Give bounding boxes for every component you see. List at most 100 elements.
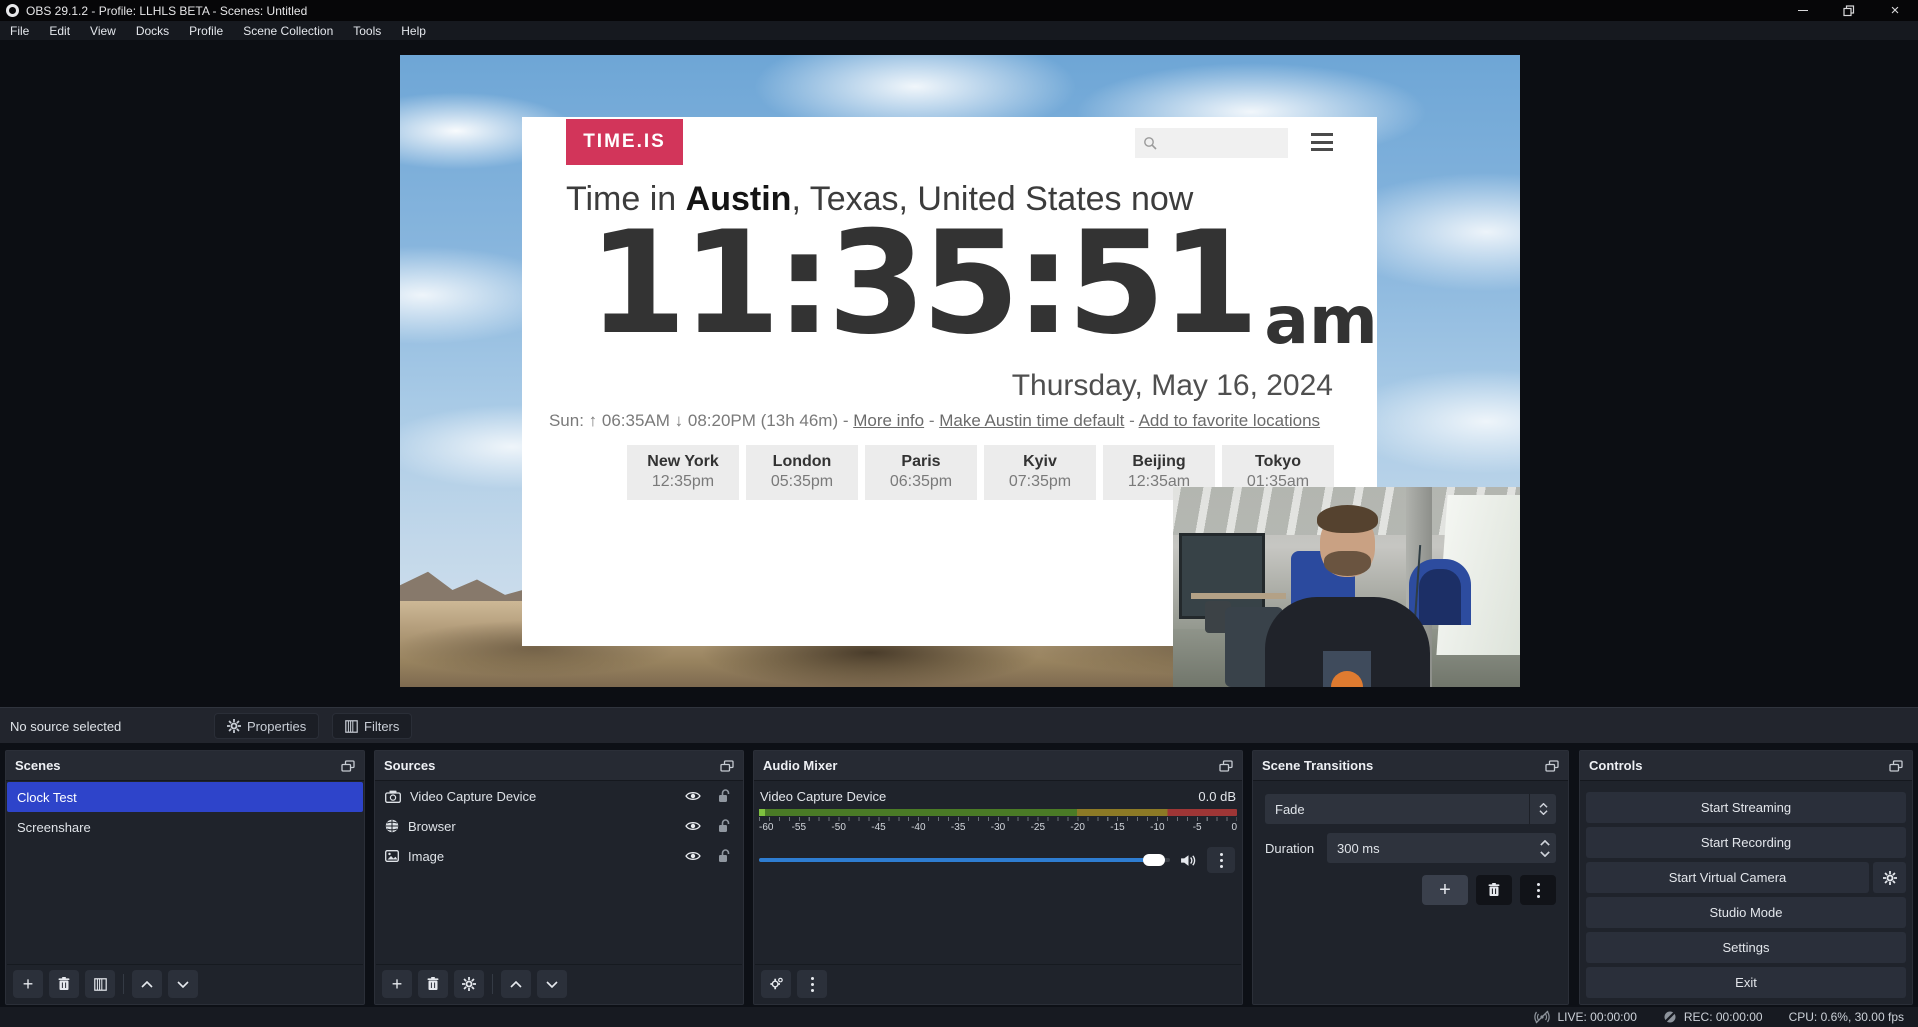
- scene-item-screenshare[interactable]: Screenshare: [7, 812, 363, 842]
- scene-transitions-header: Scene Transitions: [1253, 751, 1568, 781]
- source-properties-button[interactable]: [454, 970, 484, 998]
- preview-canvas[interactable]: TIME.IS Time in Austin, Texas, United St…: [400, 55, 1520, 687]
- start-recording-button[interactable]: Start Recording: [1586, 827, 1906, 858]
- filter-icon: [94, 978, 107, 991]
- add-transition-button[interactable]: +: [1422, 875, 1468, 905]
- controls-panel: Controls Start Streaming Start Recording…: [1579, 750, 1913, 1005]
- studio-mode-button[interactable]: Studio Mode: [1586, 897, 1906, 928]
- image-icon: [385, 850, 399, 862]
- source-row-image[interactable]: Image: [375, 841, 743, 871]
- controls-title: Controls: [1589, 758, 1642, 773]
- audio-mixer-title: Audio Mixer: [763, 758, 837, 773]
- minimize-button[interactable]: [1780, 0, 1826, 21]
- preview-area: TIME.IS Time in Austin, Texas, United St…: [0, 40, 1918, 707]
- duration-input[interactable]: 300 ms: [1327, 833, 1556, 863]
- source-up-button[interactable]: [501, 970, 531, 998]
- unlock-icon: [718, 789, 730, 803]
- no-source-status: No source selected: [10, 708, 121, 744]
- window-buttons: ×: [1780, 0, 1918, 21]
- person-hair: [1317, 505, 1378, 533]
- visibility-toggle[interactable]: [682, 815, 704, 837]
- menu-scene-collection[interactable]: Scene Collection: [233, 21, 343, 40]
- transition-select[interactable]: Fade: [1265, 794, 1556, 824]
- toolbar-separator: [123, 974, 124, 994]
- volume-slider-handle[interactable]: [1143, 854, 1165, 866]
- volume-slider[interactable]: [759, 858, 1170, 862]
- menu-file[interactable]: File: [0, 21, 39, 40]
- menu-help[interactable]: Help: [391, 21, 436, 40]
- menu-tools[interactable]: Tools: [343, 21, 391, 40]
- world-clock-kyiv: Kyiv07:35pm: [984, 445, 1096, 500]
- transition-menu-button[interactable]: [1520, 875, 1556, 905]
- favorite-link: Add to favorite locations: [1139, 411, 1320, 430]
- add-scene-button[interactable]: +: [13, 970, 43, 998]
- remove-transition-button[interactable]: [1476, 875, 1512, 905]
- timeis-logo: TIME.IS: [566, 119, 683, 165]
- properties-button[interactable]: Properties: [214, 713, 319, 739]
- start-virtual-camera-button[interactable]: Start Virtual Camera: [1586, 862, 1869, 893]
- lock-toggle[interactable]: [713, 845, 735, 867]
- trash-icon: [427, 977, 439, 991]
- window-title: OBS 29.1.2 - Profile: LLHLS BETA - Scene…: [26, 4, 307, 18]
- hamburger-menu-icon: [1311, 133, 1333, 151]
- menu-bar: File Edit View Docks Profile Scene Colle…: [0, 21, 1918, 40]
- chevron-up-icon: [141, 981, 153, 988]
- trash-icon: [58, 977, 70, 991]
- remove-source-button[interactable]: [418, 970, 448, 998]
- scene-item-clock-test[interactable]: Clock Test: [7, 782, 363, 812]
- scene-up-button[interactable]: [132, 970, 162, 998]
- meter-scale: -60-55-50-45-40-35-30-25-20-15-10-50: [759, 822, 1237, 835]
- menu-edit[interactable]: Edit: [39, 21, 80, 40]
- add-source-button[interactable]: +: [382, 970, 412, 998]
- filter-icon: [345, 720, 358, 733]
- lock-toggle[interactable]: [713, 815, 735, 837]
- make-default-link: Make Austin time default: [939, 411, 1124, 430]
- scene-down-button[interactable]: [168, 970, 198, 998]
- scene-filters-button[interactable]: [85, 970, 115, 998]
- obs-window: OBS 29.1.2 - Profile: LLHLS BETA - Scene…: [0, 0, 1918, 1027]
- advanced-audio-button[interactable]: [761, 970, 791, 998]
- audio-mixer-header: Audio Mixer: [754, 751, 1242, 781]
- clock-digits: 11:35:51: [588, 213, 1254, 355]
- settings-button[interactable]: Settings: [1586, 932, 1906, 963]
- scenes-title: Scenes: [15, 758, 61, 773]
- combo-spinner[interactable]: [1529, 794, 1556, 824]
- world-clock-london: London05:35pm: [746, 445, 858, 500]
- virtual-camera-config-button[interactable]: [1873, 862, 1906, 893]
- source-down-button[interactable]: [537, 970, 567, 998]
- visibility-toggle[interactable]: [682, 785, 704, 807]
- source-row-browser[interactable]: Browser: [375, 811, 743, 841]
- channel-menu-button[interactable]: [1207, 847, 1235, 873]
- exit-button[interactable]: Exit: [1586, 967, 1906, 998]
- filters-button[interactable]: Filters: [332, 713, 412, 739]
- menu-view[interactable]: View: [80, 21, 126, 40]
- menu-docks[interactable]: Docks: [126, 21, 179, 40]
- source-row-video-capture[interactable]: Video Capture Device: [375, 781, 743, 811]
- menu-profile[interactable]: Profile: [179, 21, 233, 40]
- scene-transitions-panel: Scene Transitions Fade Duration 300 ms: [1252, 750, 1569, 1005]
- restore-button[interactable]: [1826, 0, 1872, 21]
- speaker-icon[interactable]: [1180, 854, 1197, 867]
- visibility-toggle[interactable]: [682, 845, 704, 867]
- chevron-down-icon: [1539, 810, 1548, 815]
- more-info-link: More info: [853, 411, 924, 430]
- mixer-menu-button[interactable]: [797, 970, 827, 998]
- world-clock-new-york: New York12:35pm: [627, 445, 739, 500]
- lock-toggle[interactable]: [713, 785, 735, 807]
- close-button[interactable]: ×: [1872, 0, 1918, 21]
- scene-transitions-title: Scene Transitions: [1262, 758, 1373, 773]
- sources-title: Sources: [384, 758, 435, 773]
- scenes-toolbar: +: [7, 964, 363, 1003]
- minimize-icon: [1798, 10, 1808, 11]
- kebab-menu-icon: [1537, 881, 1540, 899]
- chevron-up-icon: [1539, 803, 1548, 808]
- duration-spinner[interactable]: [1540, 833, 1550, 863]
- remove-scene-button[interactable]: [49, 970, 79, 998]
- unlock-icon: [718, 819, 730, 833]
- audio-mixer-panel: Audio Mixer Video Capture Device 0.0 dB …: [753, 750, 1243, 1005]
- globe-icon: [385, 819, 399, 833]
- person-beard: [1324, 551, 1371, 576]
- webcam-overlay: [1173, 487, 1520, 687]
- stream-inactive-icon: [1534, 1010, 1550, 1024]
- start-streaming-button[interactable]: Start Streaming: [1586, 792, 1906, 823]
